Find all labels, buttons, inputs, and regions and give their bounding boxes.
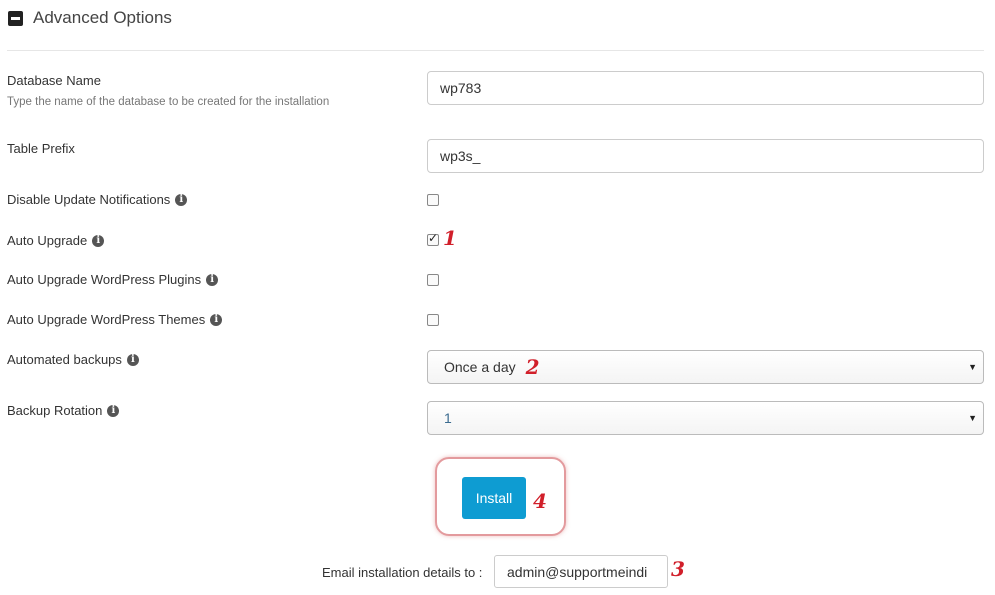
annotation-3: 3 [671, 557, 685, 581]
auto-upgrade-plugins-text: Auto Upgrade WordPress Plugins [7, 272, 202, 287]
info-icon[interactable]: i [92, 234, 105, 247]
automated-backups-value: Once a day [444, 359, 516, 375]
backup-rotation-text: Backup Rotation [7, 403, 103, 418]
disable-update-notifications-checkbox[interactable] [427, 194, 439, 206]
auto-upgrade-label: Auto Upgrade i [7, 233, 105, 248]
auto-upgrade-checkbox[interactable] [427, 231, 439, 246]
caret-down-icon: ▼ [968, 413, 977, 423]
section-divider [7, 50, 984, 51]
database-name-label-text: Database Name [7, 73, 101, 88]
table-prefix-label: Table Prefix [7, 141, 75, 156]
backup-rotation-label: Backup Rotation i [7, 403, 120, 418]
install-button[interactable]: Install [462, 477, 526, 519]
info-icon[interactable]: i [175, 193, 188, 206]
info-icon[interactable]: i [210, 313, 223, 326]
automated-backups-label: Automated backups i [7, 352, 139, 367]
auto-upgrade-text: Auto Upgrade [7, 233, 88, 248]
auto-upgrade-themes-label: Auto Upgrade WordPress Themes i [7, 312, 223, 327]
database-name-hint: Type the name of the database to be crea… [7, 96, 330, 108]
section-title: Advanced Options [33, 8, 172, 27]
backup-rotation-value: 1 [444, 410, 452, 426]
database-name-input[interactable]: wp783 [427, 71, 984, 105]
annotation-1: 1 [443, 226, 457, 250]
info-icon[interactable]: i [206, 273, 219, 286]
automated-backups-select[interactable]: Once a day 2 ▼ [427, 350, 984, 384]
automated-backups-text: Automated backups [7, 352, 122, 367]
annotation-4: 4 [533, 489, 547, 513]
info-icon[interactable]: i [107, 404, 120, 417]
disable-update-notifications-text: Disable Update Notifications [7, 192, 171, 207]
disable-update-notifications-label: Disable Update Notifications i [7, 192, 188, 207]
advanced-options-header[interactable]: Advanced Options [8, 8, 172, 28]
email-label: Email installation details to : [322, 565, 483, 580]
backup-rotation-select[interactable]: 1 ▼ [427, 401, 984, 435]
auto-upgrade-themes-checkbox[interactable] [427, 314, 439, 326]
table-prefix-label-text: Table Prefix [7, 141, 75, 156]
annotation-2: 2 [525, 355, 540, 379]
caret-down-icon: ▼ [968, 362, 977, 372]
auto-upgrade-plugins-label: Auto Upgrade WordPress Plugins i [7, 272, 219, 287]
auto-upgrade-plugins-checkbox[interactable] [427, 274, 439, 286]
collapse-minus-icon[interactable] [8, 10, 23, 26]
table-prefix-input[interactable]: wp3s_ [427, 139, 984, 173]
info-icon[interactable]: i [126, 353, 139, 366]
email-input[interactable]: admin@supportmeindi [494, 555, 668, 588]
auto-upgrade-themes-text: Auto Upgrade WordPress Themes [7, 312, 206, 327]
database-name-label: Database Name [7, 73, 101, 88]
